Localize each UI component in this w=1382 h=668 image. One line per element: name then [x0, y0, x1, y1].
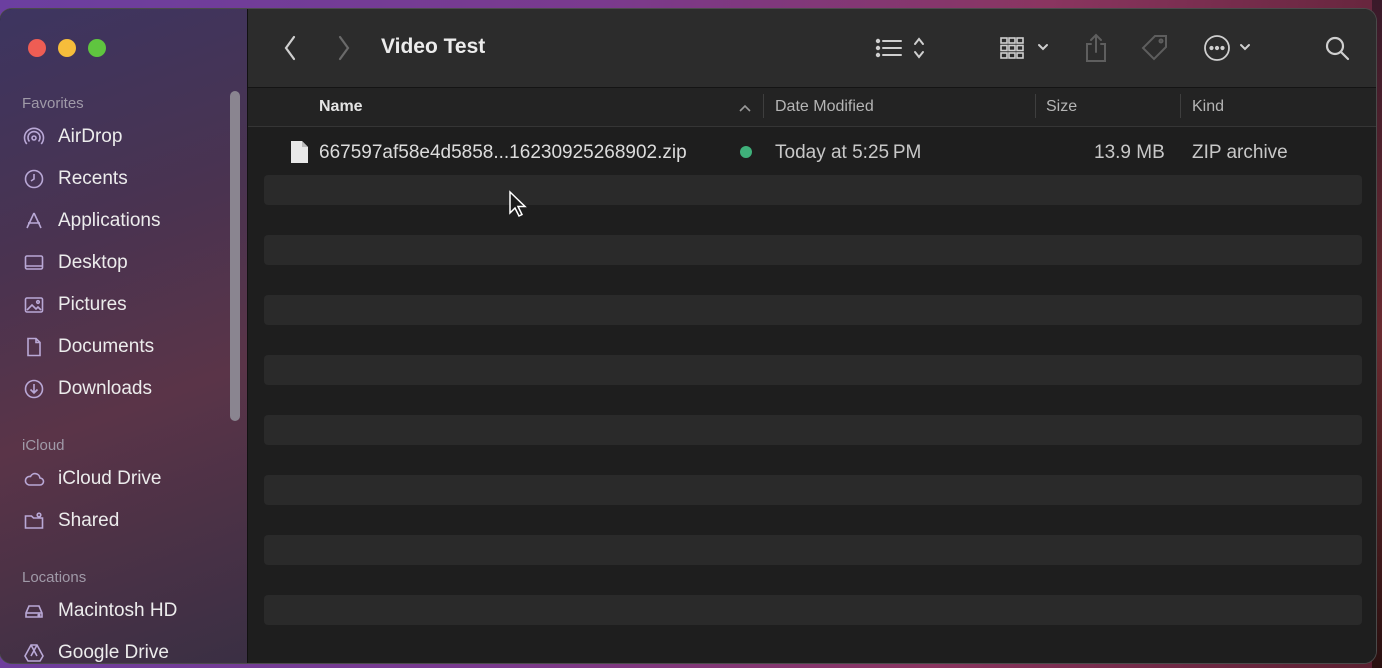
column-date-header[interactable]: Date Modified	[775, 98, 874, 116]
back-button[interactable]	[278, 31, 302, 65]
tag-button[interactable]	[1138, 31, 1172, 65]
sidebar-item-documents[interactable]: Documents	[22, 332, 222, 362]
column-divider[interactable]	[1035, 94, 1036, 118]
cloud-icon	[22, 467, 46, 491]
google-drive-icon	[22, 641, 46, 663]
file-date: Today at 5:25 PM	[775, 142, 922, 163]
zip-file-icon	[289, 140, 309, 169]
window-title: Video Test	[381, 35, 486, 58]
sidebar-scrollbar[interactable]	[230, 91, 240, 421]
sidebar-item-applications[interactable]: Applications	[22, 206, 222, 236]
empty-row	[264, 175, 1362, 205]
column-divider[interactable]	[763, 94, 764, 118]
sidebar-item-downloads[interactable]: Downloads	[22, 374, 222, 404]
empty-row	[264, 415, 1362, 445]
file-kind: ZIP archive	[1192, 142, 1288, 163]
empty-row	[264, 475, 1362, 505]
sidebar-item-airdrop[interactable]: AirDrop	[22, 122, 222, 152]
sort-ascending-icon	[738, 100, 752, 118]
sidebar-item-label: Macintosh HD	[58, 600, 178, 621]
sidebar-item-label: Applications	[58, 210, 161, 231]
sidebar-item-label: Google Drive	[58, 642, 169, 663]
close-window-button[interactable]	[28, 39, 46, 57]
sidebar-item-label: iCloud Drive	[58, 468, 162, 489]
pictures-icon	[22, 293, 46, 317]
sidebar-item-recents[interactable]: Recents	[22, 164, 222, 194]
sidebar-item-icloud-drive[interactable]: iCloud Drive	[22, 464, 222, 494]
share-icon	[1083, 33, 1109, 63]
column-name-header[interactable]: Name	[319, 98, 363, 116]
search-icon	[1324, 35, 1350, 61]
sidebar-item-label: Recents	[58, 168, 128, 189]
tag-icon	[1139, 33, 1171, 63]
file-list: 667597af58e4d5858...16230925268902.zip T…	[248, 127, 1376, 663]
empty-row	[264, 535, 1362, 565]
sidebar-section-locations: Locations	[22, 569, 87, 586]
sidebar-section-icloud: iCloud	[22, 437, 65, 454]
sidebar-item-label: Shared	[58, 510, 120, 531]
sidebar-item-desktop[interactable]: Desktop	[22, 248, 222, 278]
grid-group-icon	[997, 35, 1055, 61]
forward-button[interactable]	[332, 31, 356, 65]
empty-row	[264, 235, 1362, 265]
sidebar-item-pictures[interactable]: Pictures	[22, 290, 222, 320]
desktop-icon	[22, 251, 46, 275]
ellipsis-circle-icon	[1202, 34, 1256, 62]
sidebar-item-label: AirDrop	[58, 126, 123, 147]
sidebar-item-label: Desktop	[58, 252, 128, 273]
applications-icon	[22, 209, 46, 233]
shared-folder-icon	[22, 509, 46, 533]
column-kind-header[interactable]: Kind	[1192, 98, 1224, 116]
sidebar-item-label: Pictures	[58, 294, 127, 315]
toolbar: Video Test	[248, 9, 1376, 88]
zoom-window-button[interactable]	[88, 39, 106, 57]
airdrop-icon	[22, 125, 46, 149]
clock-icon	[22, 167, 46, 191]
document-icon	[22, 335, 46, 359]
view-options-button[interactable]	[872, 31, 932, 65]
chevron-left-icon	[283, 35, 297, 61]
disk-icon	[22, 599, 46, 623]
list-view-icon	[873, 35, 931, 61]
table-row[interactable]: 667597af58e4d5858...16230925268902.zip T…	[264, 137, 1362, 167]
empty-row	[264, 355, 1362, 385]
sidebar: Favorites AirDrop Recents Applications D…	[0, 9, 248, 663]
sidebar-item-label: Documents	[58, 336, 155, 357]
mouse-pointer-icon	[508, 190, 528, 223]
more-actions-button[interactable]	[1201, 31, 1257, 65]
search-button[interactable]	[1322, 31, 1352, 65]
column-header: Name Date Modified Size Kind	[248, 88, 1376, 127]
file-name: 667597af58e4d5858...16230925268902.zip	[319, 142, 687, 163]
sidebar-item-shared[interactable]: Shared	[22, 506, 222, 536]
column-size-header[interactable]: Size	[1046, 98, 1077, 116]
empty-row	[264, 595, 1362, 625]
minimize-window-button[interactable]	[58, 39, 76, 57]
download-icon	[22, 377, 46, 401]
sidebar-section-favorites: Favorites	[22, 95, 84, 112]
sidebar-item-macintosh-hd[interactable]: Macintosh HD	[22, 596, 222, 626]
sidebar-item-label: Downloads	[58, 378, 152, 399]
chevron-right-icon	[337, 35, 351, 61]
share-button[interactable]	[1081, 31, 1111, 65]
file-size: 13.9 MB	[1094, 142, 1165, 163]
column-divider[interactable]	[1180, 94, 1181, 118]
empty-row	[264, 295, 1362, 325]
group-options-button[interactable]	[996, 31, 1056, 65]
finder-window: Favorites AirDrop Recents Applications D…	[0, 9, 1376, 663]
sync-status-icon	[740, 146, 752, 158]
sidebar-item-google-drive[interactable]: Google Drive	[22, 638, 222, 663]
